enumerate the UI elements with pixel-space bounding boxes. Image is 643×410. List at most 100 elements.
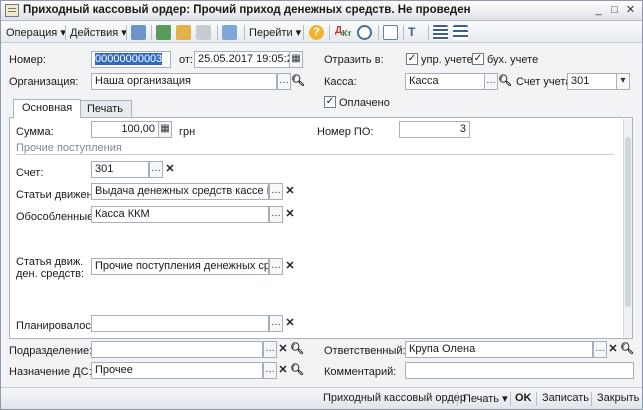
clear-icon[interactable]: ✕ — [277, 363, 289, 378]
list-icon[interactable] — [433, 25, 448, 40]
book-accounting-checkbox[interactable]: ✓ — [472, 53, 484, 65]
toolbar-separator — [65, 25, 66, 40]
copy-icon[interactable] — [176, 25, 191, 40]
responsible-field[interactable]: Крупа Олена — [405, 341, 593, 358]
select-button[interactable]: … — [484, 73, 498, 90]
calculator-icon[interactable]: ▦ — [158, 121, 172, 138]
sum-field[interactable]: 100,00 — [91, 121, 159, 138]
paid-checkbox[interactable]: ✓ — [324, 96, 336, 108]
toolbar-separator — [126, 25, 127, 40]
mgmt-accounting-checkbox[interactable]: ✓ — [406, 53, 418, 65]
select-button[interactable]: … — [269, 315, 283, 332]
refresh-icon[interactable] — [156, 25, 171, 40]
clear-icon[interactable]: ✕ — [164, 162, 176, 177]
bottom-separator — [591, 392, 592, 406]
currency-label: грн — [179, 126, 196, 138]
operation-menu[interactable]: Операция ▾ — [6, 26, 66, 39]
select-button[interactable]: … — [269, 183, 283, 200]
paid-label: Оплачено — [339, 97, 390, 109]
search-icon[interactable]: 🔍︎ — [291, 74, 305, 89]
select-button[interactable]: … — [269, 258, 283, 275]
toolbar-separator — [217, 25, 218, 40]
bottom-separator — [457, 392, 458, 406]
select-button[interactable]: … — [263, 341, 277, 358]
clear-icon[interactable]: ✕ — [284, 207, 296, 222]
close-button[interactable]: Закрыть — [597, 392, 639, 404]
help-icon[interactable]: ? — [309, 25, 324, 40]
tab-main[interactable]: Основная — [13, 99, 82, 118]
clear-icon[interactable]: ✕ — [277, 342, 289, 357]
clear-icon[interactable]: ✕ — [284, 184, 296, 199]
bottom-separator — [510, 392, 511, 406]
division-label: Подразделение: — [9, 345, 93, 357]
maximize-icon[interactable]: □ — [607, 4, 622, 18]
payment-order-label: Номер ПО: — [317, 126, 374, 138]
organization-label: Организация: — [9, 76, 79, 88]
planned-field[interactable] — [91, 315, 269, 332]
clear-icon[interactable]: ✕ — [607, 342, 619, 357]
section-divider — [16, 154, 614, 155]
goto-menu[interactable]: Перейти ▾ — [249, 26, 301, 39]
organization-field[interactable]: Наша организация — [91, 73, 277, 90]
payment-order-field[interactable]: 3 — [399, 121, 470, 138]
bottom-separator — [536, 392, 537, 406]
date-from-label: от: — [179, 54, 193, 66]
select-button[interactable]: … — [277, 73, 291, 90]
separate-division-field[interactable]: Касса ККМ — [91, 206, 269, 223]
purpose-field[interactable]: Прочее — [91, 362, 263, 379]
toolbar-separator — [303, 25, 304, 40]
search-icon[interactable]: 🔍︎ — [290, 342, 304, 357]
report-icon[interactable] — [383, 25, 398, 40]
select-button[interactable]: … — [269, 206, 283, 223]
number-field[interactable]: 00000000003 — [91, 51, 171, 68]
toolbar-separator — [329, 25, 330, 40]
window-title: Приходный кассовый ордер: Прочий приход … — [23, 4, 471, 16]
cashflow-article-field[interactable]: Прочие поступления денежных средств — [91, 258, 269, 275]
cash-field[interactable]: Касса — [405, 73, 485, 90]
minimize-icon[interactable]: _ — [591, 4, 606, 18]
movement-article-field[interactable]: Выдача денежных средств кассе ККМ — [91, 183, 269, 200]
tab-print[interactable]: Печать — [78, 100, 133, 118]
sum-label: Сумма: — [16, 126, 54, 138]
date-field[interactable]: 25.05.2017 19:05:24 — [194, 51, 290, 68]
toolbar-separator — [244, 25, 245, 40]
search-icon[interactable]: 🔍︎ — [290, 363, 304, 378]
separate-division-label: Обособленные... — [16, 211, 103, 223]
search-icon[interactable]: 🔍︎ — [498, 74, 512, 89]
actions-menu[interactable]: Действия ▾ — [70, 26, 127, 39]
dt-kt-icon[interactable]: ДКт — [335, 25, 351, 40]
panel-scrollbar[interactable] — [623, 119, 632, 337]
calendar-icon[interactable]: ▦ — [289, 51, 303, 68]
select-button[interactable]: … — [149, 161, 163, 178]
movement-article-label: Статьи движен... — [16, 189, 102, 201]
account-field[interactable]: 301 — [567, 73, 617, 90]
delete-icon[interactable] — [196, 25, 211, 40]
search-icon[interactable]: 🔍︎ — [620, 342, 634, 357]
print-menu-button[interactable]: Печать ▾ — [463, 392, 508, 405]
save-button[interactable]: Записать — [542, 392, 589, 404]
account-field[interactable]: 301 — [91, 161, 149, 178]
chevron-down-icon[interactable]: ▾ — [616, 73, 630, 90]
bottom-command-bar: Приходный кассовый ордер Печать ▾ OK Зап… — [1, 387, 642, 409]
clear-icon[interactable]: ✕ — [284, 259, 296, 274]
account-label: Счет: — [16, 167, 44, 179]
toolbar-separator — [151, 25, 152, 40]
select-button[interactable]: … — [593, 341, 607, 358]
structure-icon[interactable] — [222, 25, 237, 40]
close-icon[interactable]: ✕ — [623, 4, 638, 18]
number-label: Номер: — [9, 54, 46, 66]
find-icon[interactable] — [357, 25, 372, 40]
comment-field[interactable] — [405, 362, 634, 379]
cash-label: Касса: — [324, 76, 357, 88]
account-label: Счет учета: — [516, 76, 575, 88]
ok-button[interactable]: OK — [515, 392, 532, 404]
print-form-button[interactable]: Приходный кассовый ордер — [323, 392, 466, 404]
reflect-label: Отразить в: — [324, 54, 384, 66]
toolbar-separator — [403, 25, 404, 40]
clear-icon[interactable]: ✕ — [284, 316, 296, 331]
text-format-icon[interactable]: T — [408, 25, 423, 40]
division-field[interactable] — [91, 341, 263, 358]
post-icon[interactable] — [131, 25, 146, 40]
settings-icon[interactable] — [453, 25, 468, 40]
select-button[interactable]: … — [263, 362, 277, 379]
